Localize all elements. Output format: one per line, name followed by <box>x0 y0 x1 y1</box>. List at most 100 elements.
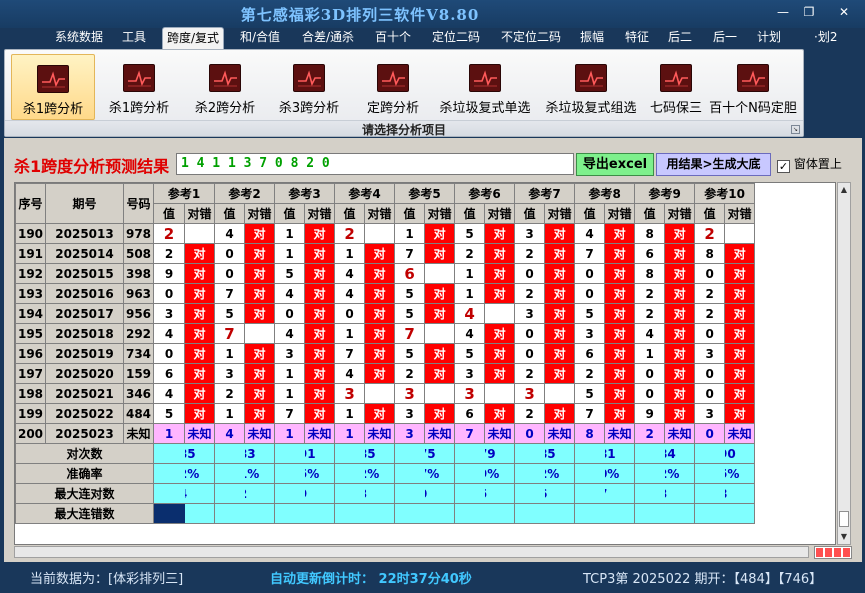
menu-item-10[interactable]: 后二 <box>668 27 692 49</box>
table-row[interactable]: 190 2025013 978 2 4 对 1 对 2 1 对 5 对 3 对 4 对 8 对 2 <box>15 223 756 244</box>
stats-value-cell: 46 <box>544 483 576 504</box>
ref-hit-cell: 对 <box>244 383 276 404</box>
scroll-down-icon[interactable]: ▼ <box>838 530 850 544</box>
ribbon-button-8[interactable]: 百十个N码定胆 <box>709 54 797 120</box>
window-ontop-checkbox[interactable]: ✓ 窗体置上 <box>777 155 842 173</box>
ref-hit-cell: 对 <box>544 283 576 304</box>
col-header-value[interactable]: 值 <box>694 203 726 224</box>
close-button[interactable]: ✕ <box>826 4 862 20</box>
table-row[interactable]: 194 2025017 956 3 对 5 对 0 对 0 对 5 对 4 3 对 5 对 2 对 2 对 <box>15 303 756 324</box>
ref-hit-cell: 对 <box>604 383 636 404</box>
pending-unknown-cell: 未知 <box>724 423 756 444</box>
col-header-check[interactable]: 对错 <box>604 203 636 224</box>
col-header-ref[interactable]: 参考4 <box>334 183 396 204</box>
col-header-ref[interactable]: 参考2 <box>214 183 276 204</box>
ribbon-button-4[interactable]: 定跨分析 <box>353 54 433 120</box>
menu-item-8[interactable]: 振幅 <box>580 27 604 49</box>
ref-hit-cell: 对 <box>183 283 216 304</box>
col-header-ref[interactable]: 参考8 <box>574 183 636 204</box>
menu-item-11[interactable]: 后一 <box>713 27 737 49</box>
vertical-scrollbar[interactable]: ▲ ▼ <box>837 182 851 545</box>
ref-value-cell: 2 <box>214 383 246 404</box>
col-header-seq[interactable]: 序号 <box>15 183 46 224</box>
menu-item-1[interactable]: 工具 <box>122 27 146 49</box>
stats-value-cell: 43 <box>664 483 696 504</box>
menu-item-9[interactable]: 特征 <box>625 27 649 49</box>
col-header-check[interactable]: 对错 <box>304 203 336 224</box>
col-header-check[interactable]: 对错 <box>364 203 396 224</box>
ribbon-button-6[interactable]: 杀垃圾复式组选 <box>539 54 643 120</box>
menu-item-3[interactable]: 和/合值 <box>240 27 280 49</box>
result-input[interactable]: 1 4 1 1 3 7 0 8 2 0 <box>176 153 574 175</box>
export-excel-button[interactable]: 导出excel <box>576 153 654 176</box>
generate-base-button[interactable]: 用结果>生成大底 <box>656 153 771 176</box>
col-header-value[interactable]: 值 <box>514 203 546 224</box>
maximize-button[interactable]: ❐ <box>796 4 822 20</box>
col-header-ref[interactable]: 参考9 <box>634 183 696 204</box>
menu-item-6[interactable]: 定位二码 <box>432 27 480 49</box>
pending-row[interactable]: 200 2025023 未知 1 未知 4 未知 1 未知 1 未知 3 未知 7 未知 0 未知 8 未知 2 未知 0… <box>15 423 756 444</box>
scroll-up-icon[interactable]: ▲ <box>838 183 850 197</box>
ribbon-button-3[interactable]: 杀3跨分析 <box>267 54 351 120</box>
col-header-check[interactable]: 对错 <box>664 203 696 224</box>
ribbon-button-0[interactable]: 杀1跨分析 <box>11 54 95 120</box>
ref-value-cell: 0 <box>514 263 546 284</box>
col-header-value[interactable]: 值 <box>394 203 426 224</box>
col-header-check[interactable]: 对错 <box>484 203 516 224</box>
col-header-ref[interactable]: 参考5 <box>394 183 456 204</box>
horizontal-scrollbar[interactable] <box>14 546 809 558</box>
col-header-number[interactable]: 号码 <box>123 183 154 224</box>
col-header-value[interactable]: 值 <box>274 203 306 224</box>
table-row[interactable]: 196 2025019 734 0 对 1 对 3 对 7 对 5 对 5 对 0 对 6 对 1 对 3 对 <box>15 343 756 364</box>
ref-hit-cell: 对 <box>484 403 516 424</box>
col-header-issue[interactable]: 期号 <box>45 183 124 224</box>
col-header-ref[interactable]: 参考7 <box>514 183 576 204</box>
menu-item-4[interactable]: 合差/通杀 <box>302 27 354 49</box>
ref-hit-cell: 对 <box>724 403 756 424</box>
col-header-value[interactable]: 值 <box>454 203 486 224</box>
table-row[interactable]: 193 2025016 963 0 对 7 对 4 对 4 对 5 对 1 对 2 对 0 对 2 对 2 对 <box>15 283 756 304</box>
menu-item-12[interactable]: 计划 <box>757 27 781 49</box>
ref-value-cell: 7 <box>394 323 426 344</box>
col-header-value[interactable]: 值 <box>574 203 606 224</box>
minimize-button[interactable]: — <box>770 4 796 20</box>
col-header-check[interactable]: 对错 <box>244 203 276 224</box>
scrollbar-thumb[interactable] <box>839 511 849 527</box>
col-header-check[interactable]: 对错 <box>724 203 756 224</box>
ref-value-cell: 2 <box>514 243 546 264</box>
ribbon-button-1[interactable]: 杀1跨分析 <box>97 54 181 120</box>
col-header-check[interactable]: 对错 <box>544 203 576 224</box>
col-header-value[interactable]: 值 <box>153 203 185 224</box>
table-row[interactable]: 191 2025014 508 2 对 0 对 1 对 1 对 7 对 2 对 2 对 7 对 6 对 8 对 <box>15 243 756 264</box>
ribbon-button-2[interactable]: 杀2跨分析 <box>183 54 267 120</box>
ribbon-expand-icon[interactable]: ↘ <box>791 125 800 134</box>
menu-item-2[interactable]: 跨度/复式 <box>162 27 225 49</box>
table-row[interactable]: 199 2025022 484 5 对 1 对 7 对 1 对 3 对 6 对 2 对 7 对 9 对 3 对 <box>15 403 756 424</box>
col-header-value[interactable]: 值 <box>334 203 366 224</box>
col-header-ref[interactable]: 参考6 <box>454 183 516 204</box>
stats-value-cell: 92% <box>184 463 216 484</box>
col-header-check[interactable]: 对错 <box>183 203 216 224</box>
col-header-value[interactable]: 值 <box>214 203 246 224</box>
table-row[interactable]: 195 2025018 292 4 对 7 4 对 1 对 7 4 对 0 对 3 对 4 对 0 对 <box>15 323 756 344</box>
col-header-ref[interactable]: 参考3 <box>274 183 336 204</box>
checkbox-icon[interactable]: ✓ <box>777 160 790 173</box>
menu-item-5[interactable]: 百十个 <box>375 27 411 49</box>
ref-hit-cell: 对 <box>544 323 576 344</box>
stats-spacer-cell <box>274 463 305 484</box>
menu-item-7[interactable]: 不定位二码 <box>501 27 561 49</box>
menu-item-13[interactable]: ·划2 <box>814 27 837 49</box>
col-header-ref[interactable]: 参考10 <box>694 183 756 204</box>
table-row[interactable]: 192 2025015 398 9 对 0 对 5 对 4 对 6 1 对 0 对 0 对 8 对 0 对 <box>15 263 756 284</box>
table-row[interactable]: 197 2025020 159 6 对 3 对 1 对 4 对 2 对 3 对 2 对 2 对 0 对 0 对 <box>15 363 756 384</box>
ribbon-button-5[interactable]: 杀垃圾复式单选 <box>433 54 537 120</box>
col-header-value[interactable]: 值 <box>634 203 666 224</box>
table-row[interactable]: 198 2025021 346 4 对 2 对 1 对 3 3 3 3 5 对 0 对 0 对 <box>15 383 756 404</box>
col-header-check[interactable]: 对错 <box>424 203 456 224</box>
ribbon-button-7[interactable]: 七码保三 <box>645 54 707 120</box>
ref-hit-cell: 对 <box>424 343 456 364</box>
col-header-ref[interactable]: 参考1 <box>152 183 216 204</box>
stats-value-cell: 42 <box>244 483 276 504</box>
ref-hit-cell: 对 <box>424 223 456 244</box>
menu-item-0[interactable]: 系统数据 <box>55 27 103 49</box>
